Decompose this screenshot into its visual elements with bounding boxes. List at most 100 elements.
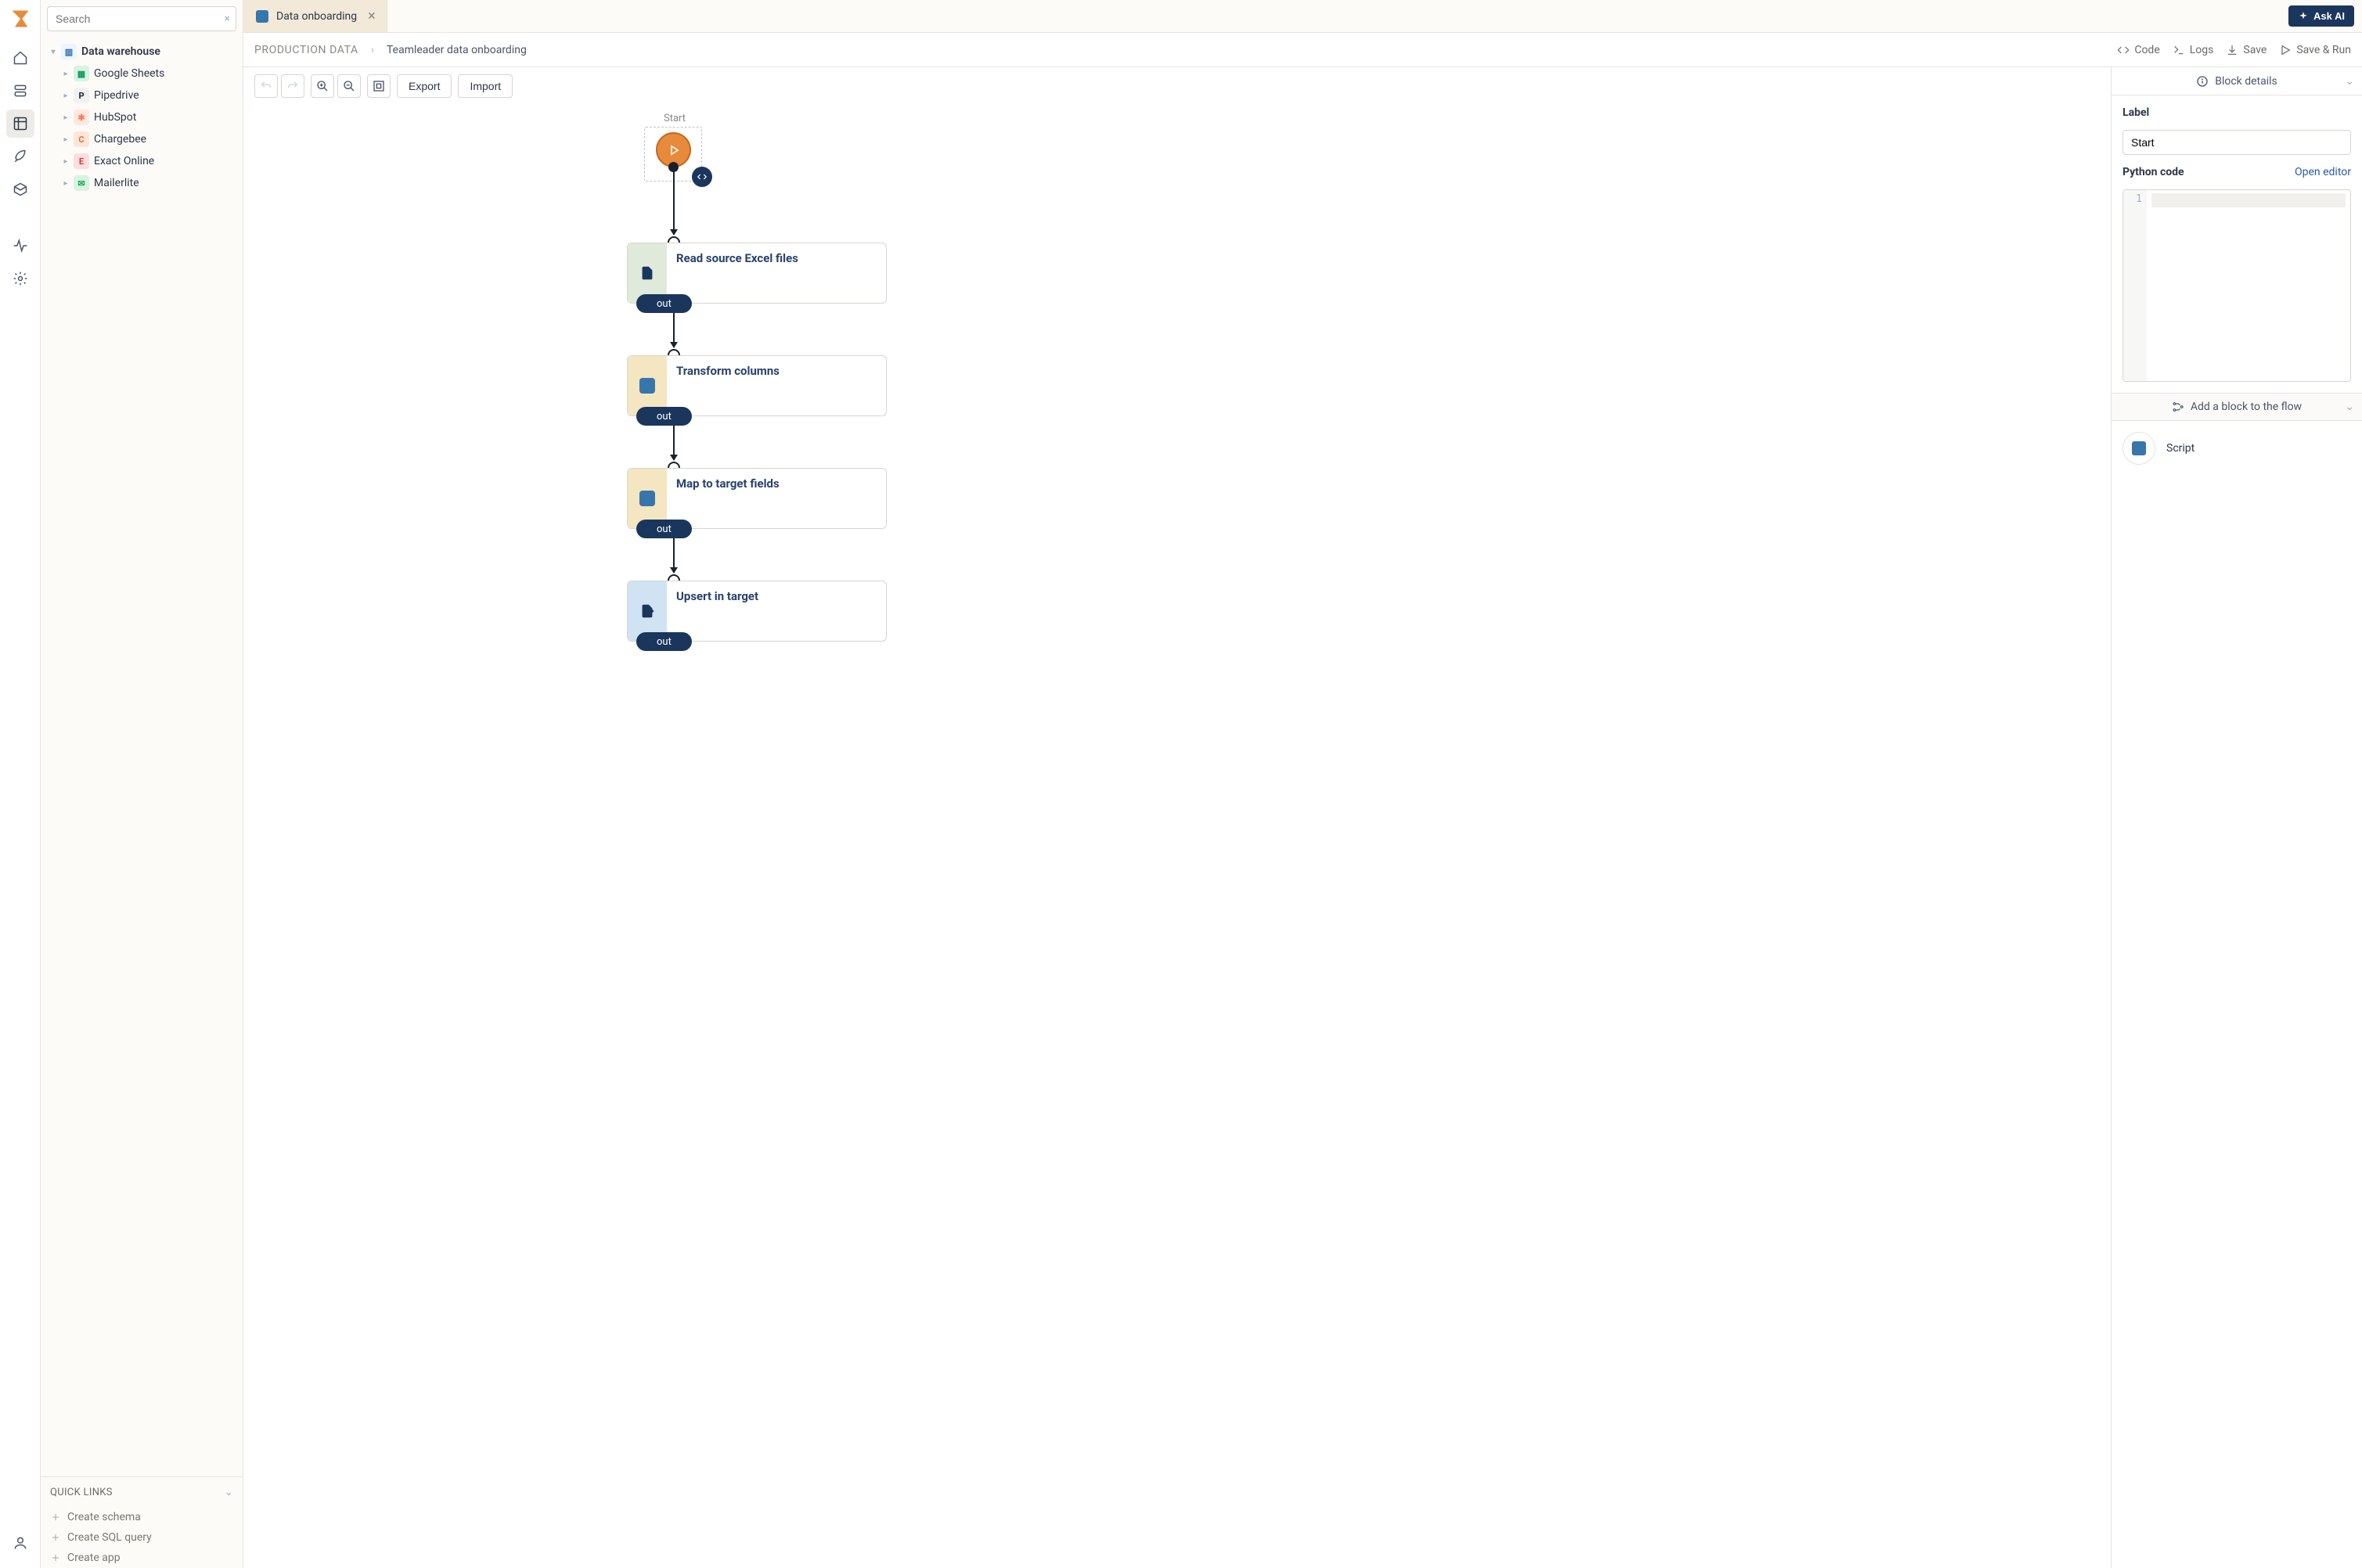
line-number: 1 [2123, 193, 2142, 205]
sparkle-icon [2298, 11, 2309, 22]
nav-settings[interactable] [6, 264, 34, 293]
caret-down-icon: ▾ [49, 48, 58, 56]
breadcrumb-leaf: Teamleader data onboarding [387, 44, 527, 56]
connector-icon: ✱ [74, 110, 89, 125]
flow-icon [2172, 401, 2184, 413]
caret-right-icon: ▸ [61, 113, 70, 122]
nav-data[interactable] [6, 110, 34, 138]
nav-packages[interactable] [6, 175, 34, 203]
label-field-label: Label [2123, 106, 2351, 119]
data-warehouse-icon: ▥ [61, 44, 77, 59]
tree-item[interactable]: ▸ ✉ Mailerlite [47, 172, 236, 194]
tree-item-label: Exact Online [94, 155, 154, 167]
code-icon [697, 171, 708, 182]
tab-data-onboarding[interactable]: Data onboarding × [243, 0, 387, 32]
plus-icon [50, 1512, 61, 1523]
terminal-icon [2173, 44, 2185, 56]
tree-root-data-warehouse[interactable]: ▾ ▥ Data warehouse [47, 41, 236, 63]
nav-user[interactable] [6, 1529, 34, 1557]
plus-icon [50, 1552, 61, 1563]
action-logs[interactable]: Logs [2173, 44, 2214, 56]
flow-canvas[interactable]: Start Read source Excel filesout Transfo… [243, 105, 2111, 1568]
tree-item-label: HubSpot [94, 111, 136, 124]
quicklink-item[interactable]: Create app [41, 1548, 243, 1568]
breadcrumb-bar: PRODUCTION DATA › Teamleader data onboar… [243, 33, 2362, 67]
tree-item[interactable]: ▸ C Chargebee [47, 128, 236, 150]
label-input[interactable] [2123, 130, 2351, 155]
tree-item[interactable]: ▸ ▦ Google Sheets [47, 63, 236, 85]
caret-right-icon: ▸ [61, 179, 70, 188]
caret-right-icon: ▸ [61, 92, 70, 100]
tree-root-label: Data warehouse [81, 45, 160, 58]
tree-item-label: Mailerlite [94, 177, 139, 189]
action-save[interactable]: Save [2226, 44, 2267, 56]
canvas-toolbar: Export Import [243, 67, 2111, 105]
connector-icon: C [74, 131, 89, 147]
caret-right-icon: ▸ [61, 70, 70, 78]
nav-home[interactable] [6, 44, 34, 72]
code-field-label: Python code [2123, 166, 2184, 178]
redo-button[interactable] [281, 74, 304, 98]
search-clear-icon[interactable]: × [225, 13, 230, 25]
brand-logo-icon [9, 8, 31, 30]
breadcrumb-separator-icon: › [371, 44, 374, 56]
quicklinks-title: QUICK LINKS [50, 1487, 113, 1498]
node-out-port[interactable]: out [636, 294, 692, 313]
breadcrumb-root[interactable]: PRODUCTION DATA [254, 44, 358, 56]
tree-item[interactable]: ▸ ✱ HubSpot [47, 106, 236, 128]
nav-databases[interactable] [6, 77, 34, 105]
tab-label: Data onboarding [276, 10, 357, 23]
connector-icon: ▦ [74, 66, 89, 81]
zoom-out-button[interactable] [337, 74, 361, 98]
panel-header-block-details[interactable]: Block details ⌄ [2112, 67, 2362, 95]
node-out-port[interactable]: out [636, 407, 692, 426]
start-out-port[interactable] [668, 162, 679, 172]
download-icon [2226, 44, 2238, 56]
search-input[interactable] [47, 6, 236, 31]
tab-close-icon[interactable]: × [365, 9, 379, 23]
panel-header-add-block[interactable]: Add a block to the flow ⌄ [2112, 393, 2362, 421]
connector-icon: E [74, 153, 89, 169]
caret-right-icon: ▸ [61, 135, 70, 144]
zoom-in-button[interactable] [311, 74, 334, 98]
quicklinks-header[interactable]: QUICK LINKS ⌄ [41, 1477, 243, 1507]
tabbar: Data onboarding × Ask AI [243, 0, 2362, 33]
node-out-port[interactable]: out [636, 632, 692, 651]
connector-icon: ✉ [74, 175, 89, 191]
node-title: Read source Excel files [667, 243, 808, 303]
icon-rail [0, 0, 41, 1568]
chevron-down-icon: ⌄ [2345, 75, 2354, 88]
code-editor[interactable]: 1 [2123, 189, 2351, 382]
flow-edge [673, 172, 675, 235]
python-icon [256, 10, 268, 23]
nav-activity[interactable] [6, 232, 34, 260]
action-save-run[interactable]: Save & Run [2279, 44, 2351, 56]
export-button[interactable]: Export [397, 74, 452, 98]
undo-button[interactable] [254, 74, 278, 98]
import-button[interactable]: Import [458, 74, 513, 98]
quicklink-item[interactable]: Create schema [41, 1507, 243, 1527]
tree-item[interactable]: ▸ P Pipedrive [47, 85, 236, 106]
sidebar: × ▾ ▥ Data warehouse ▸ ▦ Google Sheets▸ … [41, 0, 243, 1568]
connector-icon: P [74, 88, 89, 103]
node-out-port[interactable]: out [636, 520, 692, 538]
plus-icon [50, 1532, 61, 1543]
quicklink-item[interactable]: Create SQL query [41, 1527, 243, 1548]
code-current-line [2151, 193, 2346, 207]
action-code[interactable]: Code [2117, 44, 2159, 56]
block-type-script[interactable]: Script [2123, 432, 2351, 465]
code-icon [2117, 44, 2130, 56]
start-label: Start [664, 113, 686, 124]
ask-ai-button[interactable]: Ask AI [2288, 5, 2354, 27]
details-panel: Block details ⌄ Label Python code Open e… [2112, 67, 2362, 1568]
fit-to-screen-button[interactable] [367, 74, 391, 98]
tree-item-label: Chargebee [94, 133, 146, 146]
play-icon [667, 143, 681, 157]
tree-item[interactable]: ▸ E Exact Online [47, 150, 236, 172]
play-icon [2279, 44, 2292, 56]
chevron-down-icon: ⌄ [2345, 401, 2354, 413]
caret-right-icon: ▸ [61, 157, 70, 166]
open-editor-link[interactable]: Open editor [2295, 166, 2351, 178]
nav-launch[interactable] [6, 142, 34, 171]
start-code-badge[interactable] [692, 167, 712, 187]
